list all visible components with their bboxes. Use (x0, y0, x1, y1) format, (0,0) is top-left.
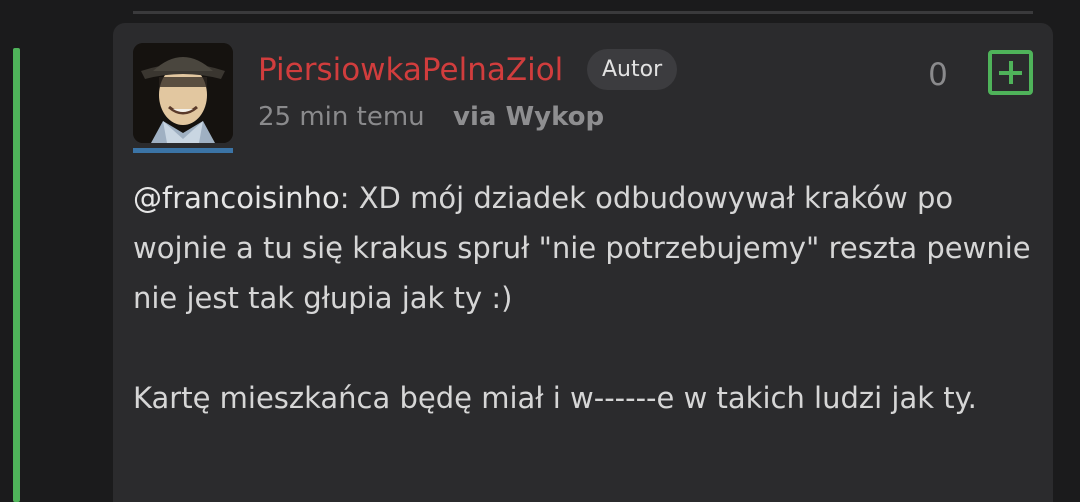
plus-vote-button[interactable] (988, 50, 1033, 95)
comment-paragraph-1: @francoisinho: XD mój dziadek odbudowywa… (133, 173, 1038, 323)
comment-body: @francoisinho: XD mój dziadek odbudowywa… (133, 173, 1038, 423)
vote-count: 0 (928, 57, 948, 93)
top-divider (133, 11, 1033, 14)
mention-link[interactable]: @francoisinho (133, 181, 340, 215)
user-avatar[interactable] (133, 43, 233, 143)
comment-source: via Wykop (453, 102, 605, 132)
comment-timestamp[interactable]: 25 min temu (258, 100, 425, 134)
avatar-image-icon (133, 43, 233, 143)
avatar-gender-bar (133, 148, 233, 153)
thread-indicator-line (13, 48, 20, 502)
page: PiersiowkaPelnaZiol Autor 25 min temu vi… (0, 0, 1080, 502)
comment-paragraph-2: Kartę mieszkańca będę miał i w------e w … (133, 381, 977, 415)
author-badge: Autor (587, 49, 678, 90)
username-link[interactable]: PiersiowkaPelnaZiol (258, 50, 563, 90)
